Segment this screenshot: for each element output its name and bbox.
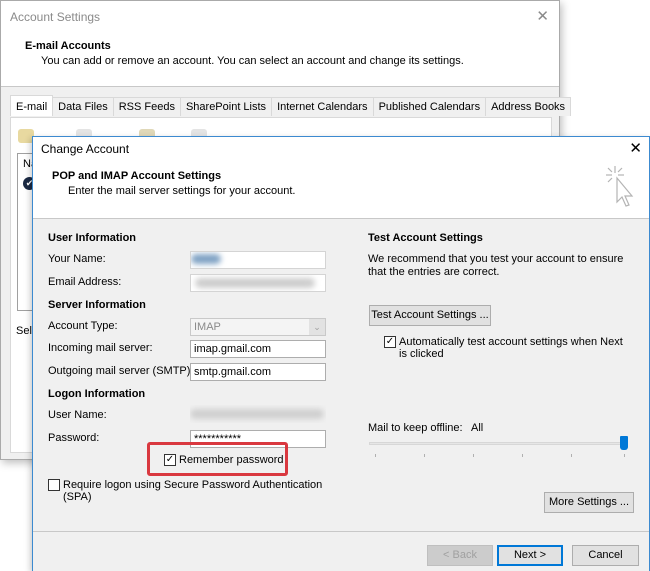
email-address-input[interactable] xyxy=(190,274,326,292)
close-icon[interactable]: ✕ xyxy=(629,139,642,157)
mail-offline-label: Mail to keep offline: xyxy=(368,422,463,434)
your-name-label: Your Name: xyxy=(48,253,106,265)
test-description: We recommend that you test your account … xyxy=(368,253,624,278)
cancel-button[interactable]: Cancel xyxy=(572,545,639,566)
spa-checkbox[interactable] xyxy=(48,479,60,491)
mail-offline-slider-track[interactable] xyxy=(369,442,623,445)
slider-tick xyxy=(375,454,376,457)
chevron-down-icon: ⌄ xyxy=(309,319,325,335)
remember-password-checkbox[interactable]: ✓ xyxy=(164,454,176,466)
account-type-label: Account Type: xyxy=(48,320,118,332)
slider-tick xyxy=(424,454,425,457)
change-account-dialog: Change Account ✕ POP and IMAP Account Se… xyxy=(32,136,650,571)
account-settings-titlebar: Account Settings ✕ xyxy=(1,1,559,33)
user-information-heading: User Information xyxy=(48,232,137,244)
account-settings-title: Account Settings xyxy=(10,10,101,24)
spa-label-line2: (SPA) xyxy=(63,491,92,503)
back-button[interactable]: < Back xyxy=(427,545,493,566)
next-button[interactable]: Next > xyxy=(497,545,563,566)
account-settings-header: E-mail Accounts You can add or remove an… xyxy=(1,33,559,87)
mail-offline-slider-thumb[interactable] xyxy=(620,436,628,450)
tab-sharepoint-lists[interactable]: SharePoint Lists xyxy=(179,97,273,116)
account-settings-tabs: E-mail Data Files RSS Feeds SharePoint L… xyxy=(10,95,572,117)
slider-tick xyxy=(571,454,572,457)
spa-label: Require logon using Secure Password Auth… xyxy=(63,479,323,491)
close-icon[interactable]: ✕ xyxy=(536,7,549,25)
account-type-select[interactable]: IMAP ⌄ xyxy=(190,318,326,336)
change-account-titlebar: Change Account ✕ xyxy=(33,137,649,159)
header-title: E-mail Accounts xyxy=(25,40,111,52)
outgoing-server-input[interactable] xyxy=(190,363,326,381)
footer-divider xyxy=(33,531,649,532)
user-name-input[interactable] xyxy=(190,405,326,423)
test-account-settings-heading: Test Account Settings xyxy=(368,232,483,244)
remember-password-label: Remember password xyxy=(179,454,284,466)
email-address-label: Email Address: xyxy=(48,276,122,288)
mail-offline-value: All xyxy=(471,422,484,434)
logon-information-heading: Logon Information xyxy=(48,388,146,400)
outgoing-server-label: Outgoing mail server (SMTP): xyxy=(48,365,194,377)
slider-tick xyxy=(624,454,625,457)
tab-data-files[interactable]: Data Files xyxy=(52,97,114,116)
header-subtitle: You can add or remove an account. You ca… xyxy=(41,55,464,67)
tab-email[interactable]: E-mail xyxy=(10,95,54,116)
tab-internet-calendars[interactable]: Internet Calendars xyxy=(271,97,374,116)
change-account-title: Change Account xyxy=(41,142,130,156)
password-label: Password: xyxy=(48,432,100,444)
auto-test-label: Automatically test account settings when… xyxy=(399,336,623,360)
slider-tick xyxy=(522,454,523,457)
user-name-label: User Name: xyxy=(48,409,107,421)
account-type-value: IMAP xyxy=(194,321,221,333)
tab-published-calendars[interactable]: Published Calendars xyxy=(372,97,487,116)
slider-tick xyxy=(473,454,474,457)
tab-address-books[interactable]: Address Books xyxy=(485,97,572,116)
test-account-settings-button[interactable]: Test Account Settings ... xyxy=(369,305,491,326)
your-name-input[interactable] xyxy=(190,251,326,269)
incoming-server-label: Incoming mail server: xyxy=(48,342,153,354)
click-cursor-icon xyxy=(606,166,634,207)
auto-test-checkbox[interactable]: ✓ xyxy=(384,336,396,348)
server-information-heading: Server Information xyxy=(48,299,146,311)
incoming-server-input[interactable] xyxy=(190,340,326,358)
more-settings-button[interactable]: More Settings ... xyxy=(544,492,634,513)
change-account-header: POP and IMAP Account Settings Enter the … xyxy=(33,159,649,219)
header-title: POP and IMAP Account Settings xyxy=(52,170,222,182)
header-subtitle: Enter the mail server settings for your … xyxy=(68,185,296,197)
tab-rss-feeds[interactable]: RSS Feeds xyxy=(112,97,181,116)
